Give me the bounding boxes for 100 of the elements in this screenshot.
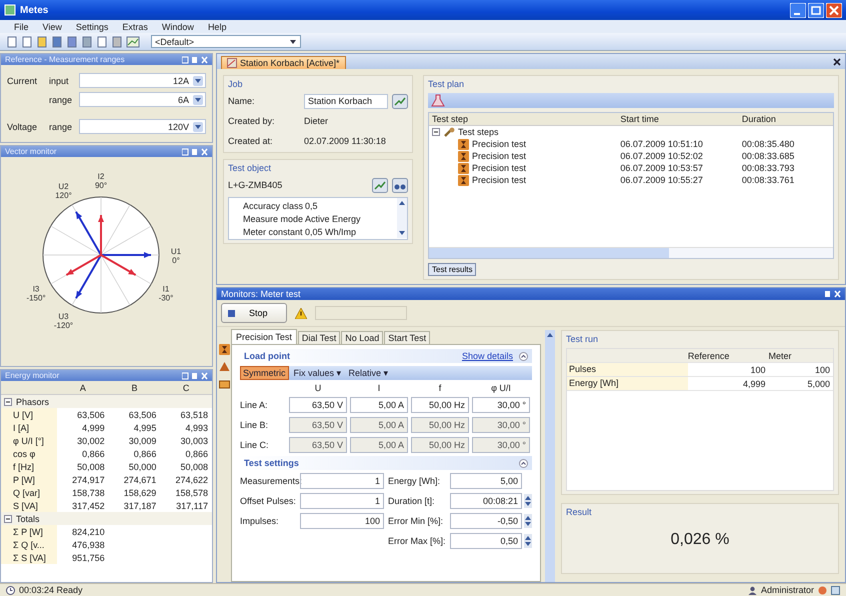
test-results-button[interactable]: Test results (428, 263, 476, 276)
show-details-link[interactable]: Show details (462, 351, 513, 361)
minimize-icon[interactable] (790, 2, 806, 18)
value-field: 50,00 Hz (411, 417, 469, 433)
menu-item[interactable]: Window (162, 22, 194, 32)
chart-icon[interactable] (126, 36, 140, 48)
value-field[interactable]: 5,00 A (350, 397, 408, 413)
spin-icon[interactable] (524, 534, 532, 548)
tab[interactable]: No Load (341, 331, 384, 344)
edit-icon[interactable] (372, 178, 388, 192)
value-field[interactable]: 30,00 ° (472, 397, 530, 413)
stop-button[interactable]: Stop (221, 303, 287, 323)
table-cell-text: 158,629 (122, 488, 158, 498)
window-icon[interactable] (831, 586, 840, 594)
panel-buttons-icon[interactable] (825, 290, 841, 298)
expander-icon[interactable] (4, 398, 12, 406)
value-field[interactable]: 50,00 Hz (411, 397, 469, 413)
meter-field[interactable]: L+G-ZMB405 (228, 178, 368, 192)
help-icon[interactable] (818, 586, 827, 594)
group-label: Totals (16, 514, 40, 524)
menu-item[interactable]: Help (208, 22, 226, 32)
expander-icon[interactable] (4, 514, 12, 522)
range-dropdown[interactable]: 12A (79, 73, 206, 88)
profile-dropdown[interactable]: <Default> (151, 35, 301, 48)
edit-icon[interactable] (392, 94, 408, 108)
column-header[interactable]: A (57, 382, 109, 392)
value-field: 50,00 Hz (411, 437, 469, 453)
mode-option[interactable]: Symmetric (240, 366, 288, 380)
mode-option[interactable]: Relative ▾ (346, 367, 391, 379)
collapse-icon[interactable] (519, 458, 528, 468)
scrollbar[interactable] (397, 198, 407, 238)
menu-item[interactable]: View (42, 22, 62, 32)
line-label: Line B: (240, 420, 270, 430)
phasor-angle: 0° (172, 256, 180, 265)
collapse-icon[interactable] (519, 352, 528, 360)
tab[interactable]: Dial Test (298, 331, 340, 344)
phasor-angle: 90° (94, 181, 108, 190)
table-cell-text: 0,866 (81, 448, 106, 458)
triangle-icon[interactable] (218, 361, 230, 372)
value-field: 30,00 ° (472, 437, 530, 453)
column-header[interactable]: B (108, 382, 160, 392)
table-cell-text: 0,866 (184, 448, 209, 458)
caret-icon (289, 38, 297, 46)
table-cell-text: 30,003 (179, 436, 209, 446)
panel-buttons-icon[interactable] (182, 148, 208, 156)
range-dropdown[interactable]: 120V (79, 119, 206, 134)
table-cell-text: 951,756 (71, 552, 106, 562)
column-header[interactable]: C (160, 382, 212, 392)
scroll-up-icon[interactable] (546, 332, 554, 338)
horizontal-scrollbar[interactable] (429, 247, 833, 258)
vertical-scrollbar[interactable] (545, 330, 555, 582)
column-header[interactable]: Start time (620, 114, 742, 124)
table-cell-text: 4,995 (132, 422, 158, 432)
value-field: 30,00 ° (472, 417, 530, 433)
document-tab[interactable]: Station Korbach [Active]* (221, 56, 346, 69)
number-field[interactable]: 1 (300, 473, 384, 489)
row-label: P [W] (1, 473, 57, 486)
phasor-name: I1 (162, 284, 170, 294)
menu-item[interactable]: Settings (76, 22, 108, 32)
name-field[interactable]: Station Korbach (304, 94, 388, 108)
number-field[interactable]: 1 (300, 493, 384, 509)
number-field[interactable]: 0,50 (450, 533, 522, 549)
table-cell-text: 30,002 (76, 436, 106, 446)
hourglass-icon[interactable] (218, 344, 230, 355)
column-header[interactable]: Duration (742, 114, 833, 124)
value-field[interactable]: 63,50 V (289, 397, 347, 413)
app-icon (4, 4, 16, 16)
tree-item[interactable]: Precision test (472, 139, 526, 149)
menu-item[interactable]: Extras (122, 22, 148, 32)
field-label: Name: (228, 96, 256, 106)
menu-item[interactable]: File (14, 22, 29, 32)
tree-item[interactable]: Precision test (472, 163, 526, 173)
number-field[interactable]: -0,50 (450, 513, 522, 529)
panel-buttons-icon[interactable] (182, 56, 208, 64)
maximize-icon[interactable] (808, 2, 824, 18)
table-cell-text: 00:08:33.793 (742, 163, 796, 173)
number-field[interactable]: 100 (300, 513, 384, 529)
result-value: 0,026 % (670, 531, 730, 550)
flask-icon[interactable] (431, 94, 445, 107)
number-field[interactable]: 00:08:21 (450, 493, 522, 509)
tab[interactable]: Start Test (384, 331, 430, 344)
spin-icon[interactable] (524, 494, 532, 508)
field-label: Error Min [%]: (388, 516, 444, 526)
close-icon[interactable] (833, 58, 841, 66)
expander-icon[interactable] (432, 128, 440, 136)
row-label: Σ Q [v... (1, 538, 57, 551)
tab[interactable]: Precision Test (231, 329, 297, 344)
tree-item[interactable]: Precision test (472, 175, 526, 185)
mode-option[interactable]: Fix values ▾ (292, 367, 344, 379)
column-header[interactable]: Test step (432, 114, 620, 124)
user-name[interactable]: Administrator (760, 585, 814, 595)
range-dropdown[interactable]: 6A (79, 92, 206, 107)
number-field[interactable]: 5,00 (450, 473, 522, 489)
binoculars-icon[interactable] (392, 178, 408, 192)
value-field: 63,50 V (289, 437, 347, 453)
table-cell-text: 5,000 (806, 378, 831, 388)
tree-item[interactable]: Precision test (472, 151, 526, 161)
spin-icon[interactable] (524, 514, 532, 528)
panel-buttons-icon[interactable] (182, 372, 208, 380)
tree-item[interactable]: Test steps (458, 127, 499, 137)
